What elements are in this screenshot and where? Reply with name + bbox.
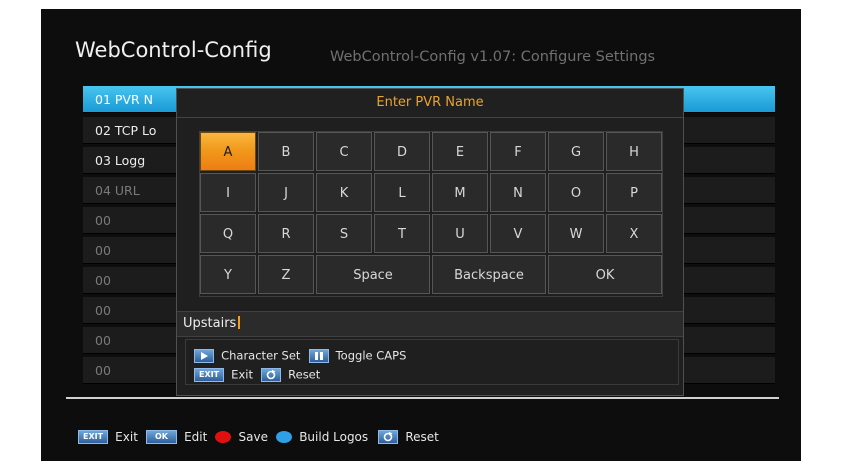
name-input[interactable]: Upstairs [177, 311, 683, 337]
key-q[interactable]: Q [200, 214, 256, 253]
footer-edit-label: Edit [184, 429, 208, 444]
key-t-label: T [398, 227, 406, 242]
key-h[interactable]: H [606, 132, 662, 171]
key-i[interactable]: I [200, 173, 256, 212]
key-space[interactable]: Space [316, 255, 430, 294]
key-backspace-label: Backspace [454, 268, 524, 283]
hint-reset-label: Reset [288, 367, 321, 382]
key-h-label: H [629, 145, 639, 160]
list-item-label: 04 URL [95, 183, 140, 198]
play-triangle-icon [194, 348, 214, 363]
hint-character-set[interactable]: Character Set Toggle CAPS [194, 345, 406, 363]
key-i-label: I [226, 186, 230, 201]
key-b-label: B [281, 145, 291, 160]
key-t[interactable]: T [374, 214, 430, 253]
list-item-label: 00 [95, 303, 111, 318]
key-b[interactable]: B [258, 132, 314, 171]
list-item-label: 02 TCP Lo [95, 123, 157, 138]
hint-exit-label: Exit [231, 367, 253, 382]
key-a[interactable]: A [200, 132, 256, 171]
list-item-label: 00 [95, 273, 111, 288]
list-item-label: 00 [95, 243, 111, 258]
key-r[interactable]: R [258, 214, 314, 253]
key-k-label: K [339, 186, 349, 201]
key-j-label: J [284, 186, 288, 201]
key-s[interactable]: S [316, 214, 372, 253]
list-item-label: 00 [95, 213, 111, 228]
key-backspace[interactable]: Backspace [432, 255, 546, 294]
key-q-label: Q [222, 227, 234, 242]
key-w-label: W [569, 227, 583, 242]
footer-save-label: Save [238, 429, 268, 444]
footer-exit-key-icon[interactable]: EXIT [78, 429, 109, 444]
key-s-label: S [339, 227, 349, 242]
key-e-label: E [455, 145, 465, 160]
key-z-label: Z [281, 268, 291, 283]
footer-reset-icon[interactable] [378, 429, 399, 444]
key-c-label: C [339, 145, 349, 160]
key-o[interactable]: O [548, 173, 604, 212]
on-screen-keyboard: A B C D E F G H I J K L M N O P Q R S T U V W X Y Z Space Backspace… [199, 131, 663, 297]
key-d-label: D [396, 145, 407, 160]
list-item-label: 00 [95, 333, 111, 348]
name-input-value: Upstairs [183, 316, 237, 331]
key-k[interactable]: K [316, 173, 372, 212]
key-o-label: O [570, 186, 582, 201]
key-j[interactable]: J [258, 173, 314, 212]
key-c[interactable]: C [316, 132, 372, 171]
key-w[interactable]: W [548, 214, 604, 253]
key-z[interactable]: Z [258, 255, 314, 294]
footer-reset-label: Reset [405, 429, 439, 444]
key-f-label: F [514, 145, 522, 160]
key-f[interactable]: F [490, 132, 546, 171]
page-title: WebControl-Config [75, 38, 272, 62]
footer-exit-label: Exit [115, 429, 138, 444]
enter-name-dialog: Enter PVR Name A B C D E F G H I J K L M N O P Q R S T U V W X Y… [176, 88, 684, 396]
red-button-icon[interactable] [215, 430, 232, 443]
text-caret [238, 316, 241, 329]
key-u-label: U [455, 227, 465, 242]
footer-ok-key-icon[interactable]: OK [146, 429, 177, 444]
key-l[interactable]: L [374, 173, 430, 212]
dialog-hints: Character Set Toggle CAPS EXIT Exit Rese… [185, 339, 679, 385]
hint-toggle-caps-label: Toggle CAPS [335, 348, 407, 363]
key-g-label: G [570, 145, 582, 160]
key-x[interactable]: X [606, 214, 662, 253]
key-y-label: Y [224, 268, 232, 283]
key-e[interactable]: E [432, 132, 488, 171]
key-u[interactable]: U [432, 214, 488, 253]
footer-divider [66, 397, 779, 399]
list-item-label: 03 Logg [95, 153, 146, 168]
dialog-title: Enter PVR Name [177, 89, 683, 118]
key-g[interactable]: G [548, 132, 604, 171]
key-l-label: L [398, 186, 406, 201]
key-p-label: P [630, 186, 638, 201]
key-p[interactable]: P [606, 173, 662, 212]
key-m-label: M [454, 186, 466, 201]
key-y[interactable]: Y [200, 255, 256, 294]
key-n-label: N [513, 186, 523, 201]
key-v-label: V [513, 227, 523, 242]
exit-key-icon: EXIT [194, 367, 225, 382]
key-x-label: X [629, 227, 639, 242]
pause-bars-icon [308, 348, 329, 363]
circular-arrow-icon [261, 367, 282, 382]
key-ok[interactable]: OK [548, 255, 662, 294]
key-v[interactable]: V [490, 214, 546, 253]
key-a-label: A [223, 145, 233, 160]
key-ok-label: OK [595, 268, 615, 283]
blue-button-icon[interactable] [276, 430, 293, 443]
key-r-label: R [281, 227, 291, 242]
key-m[interactable]: M [432, 173, 488, 212]
page-subtitle: WebControl-Config v1.07: Configure Setti… [330, 49, 656, 65]
key-d[interactable]: D [374, 132, 430, 171]
list-item-label: 00 [95, 363, 111, 378]
key-space-label: Space [353, 268, 393, 283]
footer-build-logos-label: Build Logos [299, 429, 369, 444]
list-item-label: 01 PVR N [95, 92, 153, 107]
hint-exit-reset[interactable]: EXIT Exit Reset [194, 364, 320, 382]
hint-character-set-label: Character Set [221, 348, 301, 363]
key-n[interactable]: N [490, 173, 546, 212]
footer-bar: EXIT Exit OK Edit Save Build Logos Reset [78, 426, 442, 444]
